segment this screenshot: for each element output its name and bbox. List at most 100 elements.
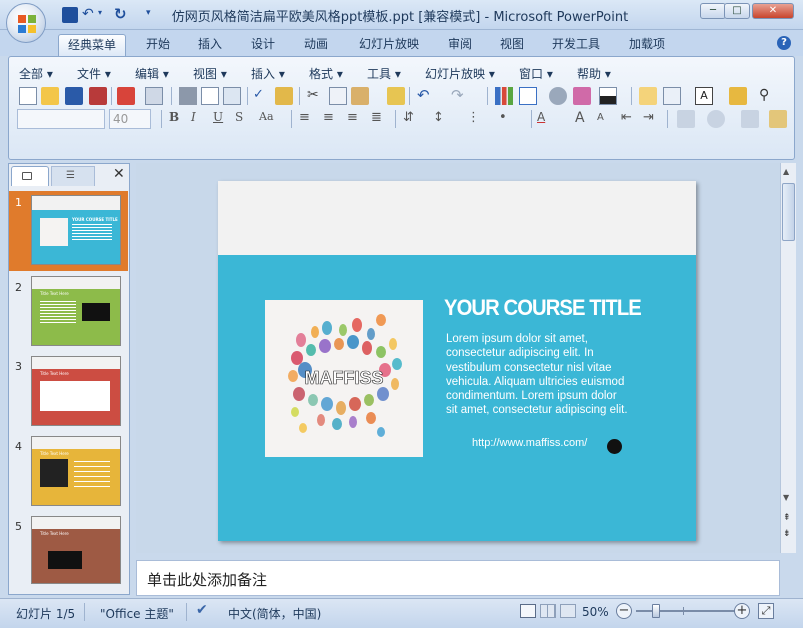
zoom-in-icon[interactable]: +	[734, 603, 750, 619]
shapes-icon[interactable]	[707, 110, 725, 128]
increase-indent-icon[interactable]: ⇥	[643, 110, 661, 128]
numbering-icon[interactable]: ⋮	[467, 110, 485, 128]
prev-slide-icon[interactable]: ⇞	[783, 513, 791, 523]
bold-icon[interactable]: B	[169, 110, 187, 128]
maximize-button[interactable]: □	[724, 3, 750, 19]
scroll-up-icon[interactable]: ▲	[783, 167, 789, 176]
office-button[interactable]	[6, 3, 46, 43]
font-name-combo[interactable]	[17, 109, 105, 129]
shadow-icon[interactable]: S	[235, 110, 253, 128]
tab-classic-menu[interactable]: 经典菜单	[58, 34, 126, 56]
chart-icon[interactable]	[495, 87, 513, 105]
undo-icon[interactable]: ↶	[82, 6, 94, 22]
bullets-icon[interactable]: •	[499, 110, 517, 128]
line-spacing-icon[interactable]: ↕	[433, 110, 451, 128]
menu-view[interactable]: 视图 ▾	[193, 65, 227, 82]
vertical-scrollbar[interactable]: ▲ ▼ ⇞ ⇟	[780, 163, 796, 553]
new-slide-icon[interactable]	[639, 87, 657, 105]
thumbnail-slide-1[interactable]: YOUR COURSE TITLE	[31, 195, 121, 265]
format-painter-icon[interactable]	[387, 87, 405, 105]
print-preview-icon[interactable]	[201, 87, 219, 105]
thumbnail-slide-3[interactable]: Title Text Here	[31, 356, 121, 426]
tab-review[interactable]: 审阅	[440, 34, 480, 56]
permission-icon[interactable]	[89, 87, 107, 105]
slide-url[interactable]: http://www.maffiss.com/	[472, 437, 587, 449]
justify-icon[interactable]: ≣	[371, 110, 389, 128]
thumbnail-slide-4[interactable]: Title Text Here	[31, 436, 121, 506]
menu-file[interactable]: 文件 ▾	[77, 65, 111, 82]
scroll-thumb[interactable]	[782, 183, 795, 241]
redo-icon[interactable]: ↻	[114, 5, 127, 23]
tab-developer[interactable]: 开发工具	[546, 34, 606, 56]
tab-insert[interactable]: 插入	[190, 34, 230, 56]
research-icon[interactable]	[275, 87, 293, 105]
decrease-indent-icon[interactable]: ⇤	[621, 110, 639, 128]
menu-slideshow[interactable]: 幻灯片放映 ▾	[425, 65, 495, 82]
underline-icon[interactable]: U	[213, 110, 231, 128]
slide-title[interactable]: YOUR COURSE TITLE	[444, 295, 642, 321]
thumbnail-slide-2[interactable]: Title Text Here	[31, 276, 121, 346]
menu-help[interactable]: 帮助 ▾	[577, 65, 611, 82]
menu-window[interactable]: 窗口 ▾	[519, 65, 553, 82]
scroll-down-icon[interactable]: ▼	[783, 493, 789, 502]
align-left-icon[interactable]: ≡	[299, 110, 317, 128]
fit-to-window-icon[interactable]: ⤢	[758, 603, 774, 619]
close-pane-icon[interactable]: ✕	[113, 166, 125, 182]
minimize-button[interactable]: ─	[700, 3, 726, 19]
increase-font-icon[interactable]: A	[575, 110, 593, 128]
tab-outline[interactable]: ☰	[51, 166, 95, 186]
tab-animation[interactable]: 动画	[296, 34, 336, 56]
tab-view[interactable]: 视图	[492, 34, 532, 56]
align-right-icon[interactable]: ≡	[347, 110, 365, 128]
color-fill-icon[interactable]	[599, 87, 617, 105]
textbox-icon[interactable]: A	[695, 87, 713, 105]
close-button[interactable]: ✕	[752, 3, 794, 19]
tab-home[interactable]: 开始	[138, 34, 178, 56]
quick-styles-icon[interactable]	[741, 110, 759, 128]
language-status[interactable]: 中文(简体，中国)	[228, 605, 321, 622]
tab-slideshow[interactable]: 幻灯片放映	[354, 34, 424, 56]
spellcheck-status-icon[interactable]: ✔	[196, 602, 208, 618]
normal-view-icon[interactable]	[520, 604, 536, 618]
zoom-level[interactable]: 50%	[582, 605, 609, 619]
menu-edit[interactable]: 编辑 ▾	[135, 65, 169, 82]
arrange-icon[interactable]	[677, 110, 695, 128]
next-slide-icon[interactable]: ⇟	[783, 529, 791, 539]
menu-all[interactable]: 全部 ▾	[19, 65, 53, 82]
undo-icon[interactable]: ↶	[417, 86, 435, 104]
table-icon[interactable]	[519, 87, 537, 105]
font-size-combo[interactable]: 40	[109, 109, 151, 129]
save-icon[interactable]	[62, 7, 78, 23]
change-case-icon[interactable]: Aa	[259, 110, 277, 128]
current-slide[interactable]: MAFFISS YOUR COURSE TITLE Lorem ipsum do…	[218, 181, 696, 541]
spellcheck-icon[interactable]: ✓	[253, 87, 271, 105]
page-layout-icon[interactable]	[223, 87, 241, 105]
thumbnail-slide-5[interactable]: Title Text Here	[31, 516, 121, 584]
attach-icon[interactable]	[145, 87, 163, 105]
redo-icon[interactable]: ↷	[451, 86, 469, 104]
new-doc-icon[interactable]	[19, 87, 37, 105]
font-color-icon[interactable]: A	[537, 110, 555, 128]
slide-logo-image[interactable]: MAFFISS	[265, 300, 423, 457]
tab-design[interactable]: 设计	[243, 34, 283, 56]
find-icon[interactable]: ⚲	[759, 87, 777, 105]
fill-bucket-icon[interactable]	[769, 110, 787, 128]
zoom-out-icon[interactable]: −	[616, 603, 632, 619]
zoom-slider-thumb[interactable]	[652, 604, 660, 618]
notes-pane[interactable]: 单击此处添加备注	[136, 560, 780, 596]
slide-sorter-icon[interactable]	[540, 604, 556, 618]
copy-icon[interactable]	[329, 87, 347, 105]
open-folder-icon[interactable]	[41, 87, 59, 105]
slide-body-text[interactable]: Lorem ipsum dolor sit amet, consectetur …	[446, 332, 631, 418]
slideshow-view-icon[interactable]	[560, 604, 576, 618]
zoom-slider-track[interactable]	[636, 610, 736, 612]
tab-slides[interactable]	[11, 166, 49, 186]
paste-icon[interactable]	[351, 87, 369, 105]
email-icon[interactable]	[117, 87, 135, 105]
undo-dropdown-icon[interactable]: ▾	[98, 8, 102, 17]
italic-icon[interactable]: I	[191, 110, 209, 128]
menu-format[interactable]: 格式 ▾	[309, 65, 343, 82]
cut-icon[interactable]: ✂	[307, 87, 325, 105]
picture-icon[interactable]	[573, 87, 591, 105]
tab-addins[interactable]: 加载项	[624, 34, 670, 56]
